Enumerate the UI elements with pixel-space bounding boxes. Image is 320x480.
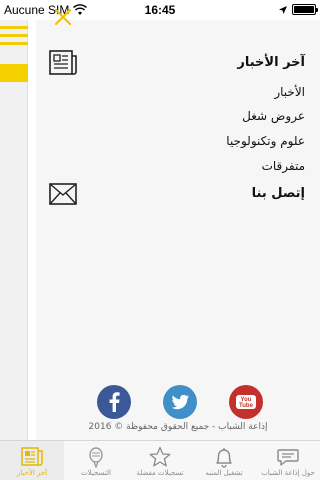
tab-latest-news[interactable]: آخر الأخبار — [0, 441, 64, 480]
tab-label: التسجيلات — [81, 469, 111, 477]
menu-item-news[interactable]: الأخبار — [274, 85, 305, 99]
location-arrow-icon — [279, 5, 287, 14]
battery-fill — [294, 6, 314, 13]
tab-favorite-recordings[interactable]: تسجيلات مفضلة — [128, 441, 192, 480]
tab-recordings[interactable]: التسجيلات — [64, 441, 128, 480]
menu-contact-us[interactable]: إتصل بنا — [252, 186, 305, 201]
tab-label: آخر الأخبار — [16, 469, 48, 477]
close-icon[interactable] — [52, 6, 74, 28]
background-page-strip — [0, 0, 28, 440]
chat-bubble-icon — [277, 449, 299, 466]
tab-label: حول إذاعة الشباب — [261, 469, 315, 477]
status-right — [278, 4, 318, 15]
menu-item-job-offers[interactable]: عروض شغل — [242, 109, 305, 123]
bell-icon — [216, 448, 232, 468]
facebook-button[interactable] — [97, 385, 131, 419]
menu-section-latest-news[interactable]: آخر الأخبار — [237, 55, 305, 70]
hamburger-menu-icon[interactable] — [0, 24, 28, 48]
status-bar: Aucune SIM 16:45 — [0, 0, 320, 20]
battery-icon — [292, 4, 318, 15]
star-icon — [149, 446, 171, 467]
twitter-icon — [163, 385, 197, 419]
facebook-icon — [97, 385, 131, 419]
tab-about[interactable]: حول إذاعة الشباب — [256, 441, 320, 480]
status-time: 16:45 — [144, 3, 176, 17]
microphone-icon — [89, 447, 103, 468]
copyright-text: إذاعة الشباب - جميع الحقوق محفوظة © 2016 — [88, 422, 268, 432]
tab-label: تسجيلات مفضلة — [136, 469, 184, 477]
screen: Aucune SIM 16:45 آخر الأخبار الأخبار عرو… — [0, 0, 320, 480]
youtube-icon: You Tube — [229, 385, 263, 419]
twitter-button[interactable] — [163, 385, 197, 419]
newspaper-icon — [49, 50, 77, 75]
envelope-icon — [49, 183, 77, 205]
youtube-button[interactable]: You Tube — [229, 385, 263, 419]
svg-text:Tube: Tube — [239, 403, 254, 409]
menu-item-science-tech[interactable]: علوم وتكنولوجيا — [226, 134, 305, 148]
tab-label: تشغيل المنبه — [205, 469, 243, 477]
side-drawer: آخر الأخبار الأخبار عروض شغل علوم وتكنول… — [36, 0, 320, 440]
menu-item-misc[interactable]: متفرقات — [262, 159, 305, 173]
tab-alarm[interactable]: تشغيل المنبه — [192, 441, 256, 480]
accent-bar — [0, 64, 28, 82]
tab-bar: آخر الأخبار التسجيلات تسجيلات مفضلة تشغي… — [0, 440, 320, 480]
news-tab-icon — [21, 447, 43, 466]
